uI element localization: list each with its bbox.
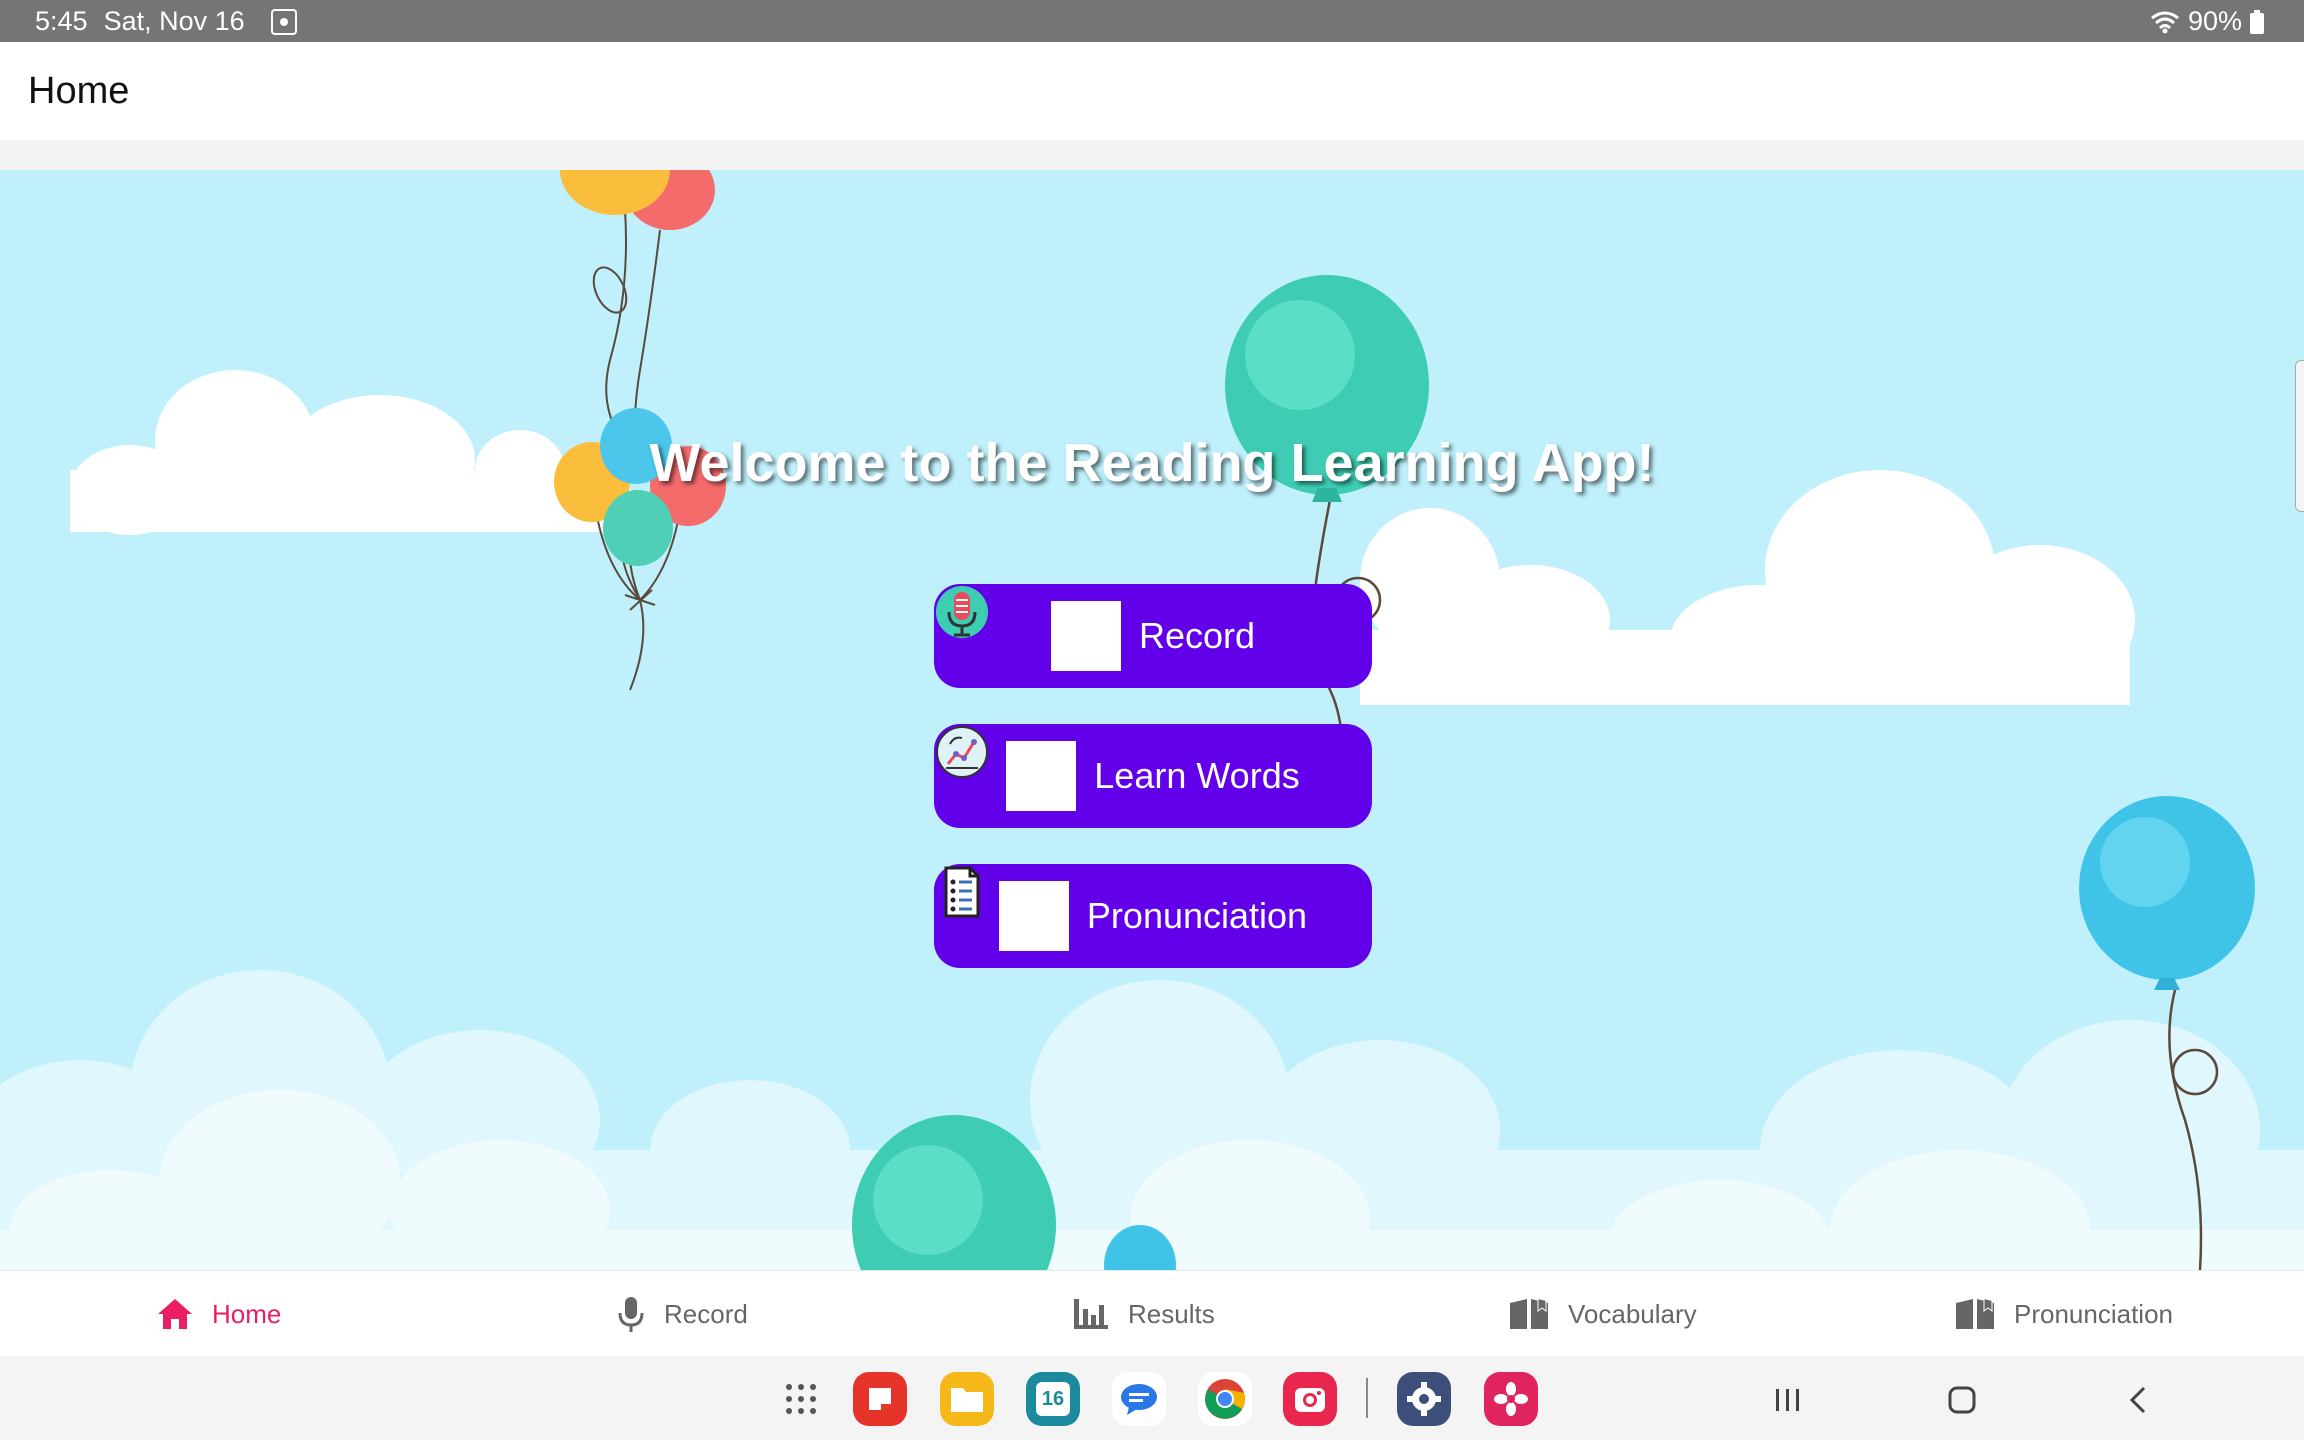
nav-record-label: Record <box>664 1298 748 1329</box>
welcome-heading: Welcome to the Reading Learning App! <box>649 433 1655 493</box>
bar-chart-icon <box>1074 1299 1108 1329</box>
screen-record-icon <box>270 8 297 35</box>
battery-icon <box>2250 9 2264 34</box>
home-scene: Welcome to the Reading Learning App! Rec… <box>0 170 2304 1270</box>
home-button[interactable] <box>1938 1376 1986 1424</box>
notes-app-icon[interactable] <box>853 1372 907 1426</box>
record-button[interactable]: Record <box>934 584 1372 688</box>
sky-background-illustration <box>0 170 2304 1270</box>
chrome-app-icon[interactable] <box>1198 1372 1252 1426</box>
wifi-icon <box>2151 11 2179 33</box>
nav-results-label: Results <box>1128 1298 1215 1329</box>
camera-app-icon[interactable] <box>1283 1372 1337 1426</box>
edge-panel-handle[interactable] <box>2295 360 2304 512</box>
book-icon <box>1956 1299 1994 1329</box>
recent-apps-button[interactable] <box>1764 1376 1812 1424</box>
settings-app-icon[interactable] <box>1397 1372 1451 1426</box>
book-icon <box>1510 1299 1548 1329</box>
messages-app-icon[interactable] <box>1112 1372 1166 1426</box>
nav-pronunciation-label: Pronunciation <box>2014 1298 2173 1329</box>
learn-words-button-label: Learn Words <box>1094 755 1300 796</box>
app-bar: Home <box>0 42 2304 140</box>
back-button[interactable] <box>2114 1376 2162 1424</box>
status-date: Sat, Nov 16 <box>103 6 245 36</box>
bottom-navigation: Home Record Results Vocabulary Pronuncia… <box>0 1270 2304 1357</box>
brain-chart-icon <box>936 726 1077 811</box>
microphone-icon <box>936 586 1121 671</box>
nav-vocabulary-label: Vocabulary <box>1568 1298 1697 1329</box>
app-drawer-icon[interactable] <box>774 1372 828 1426</box>
nav-results[interactable]: Results <box>1072 1271 1215 1357</box>
home-icon <box>158 1299 192 1329</box>
status-time: 5:45 <box>35 6 88 36</box>
nav-home-label: Home <box>212 1298 282 1329</box>
calendar-day: 16 <box>1036 1382 1070 1416</box>
files-app-icon[interactable] <box>940 1372 994 1426</box>
document-list-icon <box>944 866 1069 951</box>
pronunciation-button-label: Pronunciation <box>1086 895 1308 936</box>
pronunciation-button[interactable]: Pronunciation <box>934 864 1372 968</box>
mic-icon <box>618 1297 644 1332</box>
system-taskbar: 16 <box>0 1356 2304 1440</box>
taskbar-divider <box>1366 1378 1368 1418</box>
nav-vocabulary[interactable]: Vocabulary <box>1508 1271 1697 1357</box>
flower-app-icon[interactable] <box>1484 1372 1538 1426</box>
record-button-label: Record <box>1138 615 1256 656</box>
learn-words-button[interactable]: Learn Words <box>934 724 1372 828</box>
header-spacer <box>0 140 2304 170</box>
status-bar: 5:45 Sat, Nov 16 90% <box>0 0 2304 42</box>
nav-home[interactable]: Home <box>156 1271 281 1357</box>
nav-record[interactable]: Record <box>616 1271 748 1357</box>
page-title: Home <box>28 70 130 112</box>
battery-percent: 90% <box>2187 6 2242 36</box>
calendar-app-icon[interactable]: 16 <box>1026 1372 1080 1426</box>
nav-pronunciation[interactable]: Pronunciation <box>1954 1271 2173 1357</box>
